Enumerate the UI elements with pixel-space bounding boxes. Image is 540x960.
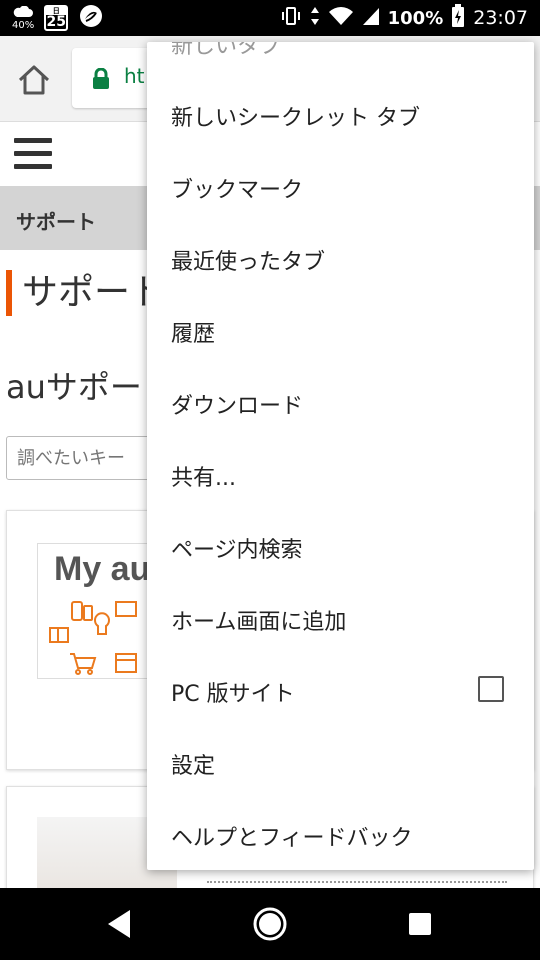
menu-item-find-in-page[interactable]: ページ内検索 <box>147 510 534 582</box>
page-title: サポート <box>22 272 167 313</box>
app-notification-icon <box>78 3 104 33</box>
hamburger-menu-icon[interactable] <box>14 138 52 172</box>
menu-item-recent-tabs[interactable]: 最近使ったタブ <box>147 222 534 294</box>
weather-icon: 40% <box>12 5 35 31</box>
calendar-icon: 日 25 <box>44 5 69 31</box>
menu-item-label: 新しいタブ <box>171 42 282 59</box>
recent-apps-icon[interactable] <box>400 904 440 944</box>
menu-item-label: 設定 <box>171 754 216 779</box>
menu-item-label: ダウンロード <box>171 394 304 419</box>
battery-percent: 100% <box>387 7 444 29</box>
promo-text-line <box>207 881 507 888</box>
calendar-date: 25 <box>46 14 66 30</box>
wifi-icon <box>328 6 354 31</box>
calendar-day: 日 <box>46 7 67 15</box>
menu-item-label: 新しいシークレット タブ <box>171 106 420 131</box>
menu-item-label: ホーム画面に追加 <box>171 610 347 635</box>
lock-icon <box>92 67 110 90</box>
weather-value: 40% <box>12 19 35 31</box>
menu-item-label: 共有... <box>171 466 236 491</box>
status-bar: 40% 日 25 100% 23:07 <box>0 0 540 36</box>
menu-item-share[interactable]: 共有... <box>147 438 534 510</box>
menu-item-bookmarks[interactable]: ブックマーク <box>147 150 534 222</box>
menu-item-help-feedback[interactable]: ヘルプとフィードバック <box>147 798 534 870</box>
menu-item-add-to-home-screen[interactable]: ホーム画面に追加 <box>147 582 534 654</box>
menu-item-settings[interactable]: 設定 <box>147 726 534 798</box>
overflow-menu: 新しいタブ 新しいシークレット タブ ブックマーク 最近使ったタブ 履歴 ダウン… <box>147 42 534 870</box>
menu-item-label: 履歴 <box>171 322 216 347</box>
vibrate-icon <box>280 6 302 31</box>
system-nav-bar <box>0 888 540 960</box>
battery-charging-icon <box>451 3 465 33</box>
home-nav-icon[interactable] <box>250 904 290 944</box>
breadcrumb[interactable]: サポート <box>16 206 96 235</box>
clock: 23:07 <box>473 7 528 29</box>
menu-item-new-tab[interactable]: 新しいタブ <box>147 42 534 60</box>
menu-item-label: ブックマーク <box>171 178 304 203</box>
menu-item-label: ページ内検索 <box>171 538 303 563</box>
menu-item-label: 最近使ったタブ <box>171 250 326 275</box>
menu-item-label: ヘルプとフィードバック <box>171 826 413 851</box>
back-icon[interactable] <box>100 904 140 944</box>
menu-item-label: PC 版サイト <box>171 682 295 707</box>
menu-item-downloads[interactable]: ダウンロード <box>147 366 534 438</box>
menu-item-desktop-site[interactable]: PC 版サイト <box>147 654 534 726</box>
url-text: ht <box>124 64 145 88</box>
desktop-site-checkbox[interactable] <box>478 676 504 702</box>
cell-signal-icon <box>362 6 380 31</box>
home-icon[interactable] <box>16 62 52 98</box>
menu-item-history[interactable]: 履歴 <box>147 294 534 366</box>
myau-illustration-icon <box>49 601 137 675</box>
data-transfer-icon <box>310 6 320 31</box>
page-title-block: サポート <box>6 270 166 316</box>
menu-item-new-incognito-tab[interactable]: 新しいシークレット タブ <box>147 78 534 150</box>
myau-logo-text: My au <box>54 550 151 588</box>
